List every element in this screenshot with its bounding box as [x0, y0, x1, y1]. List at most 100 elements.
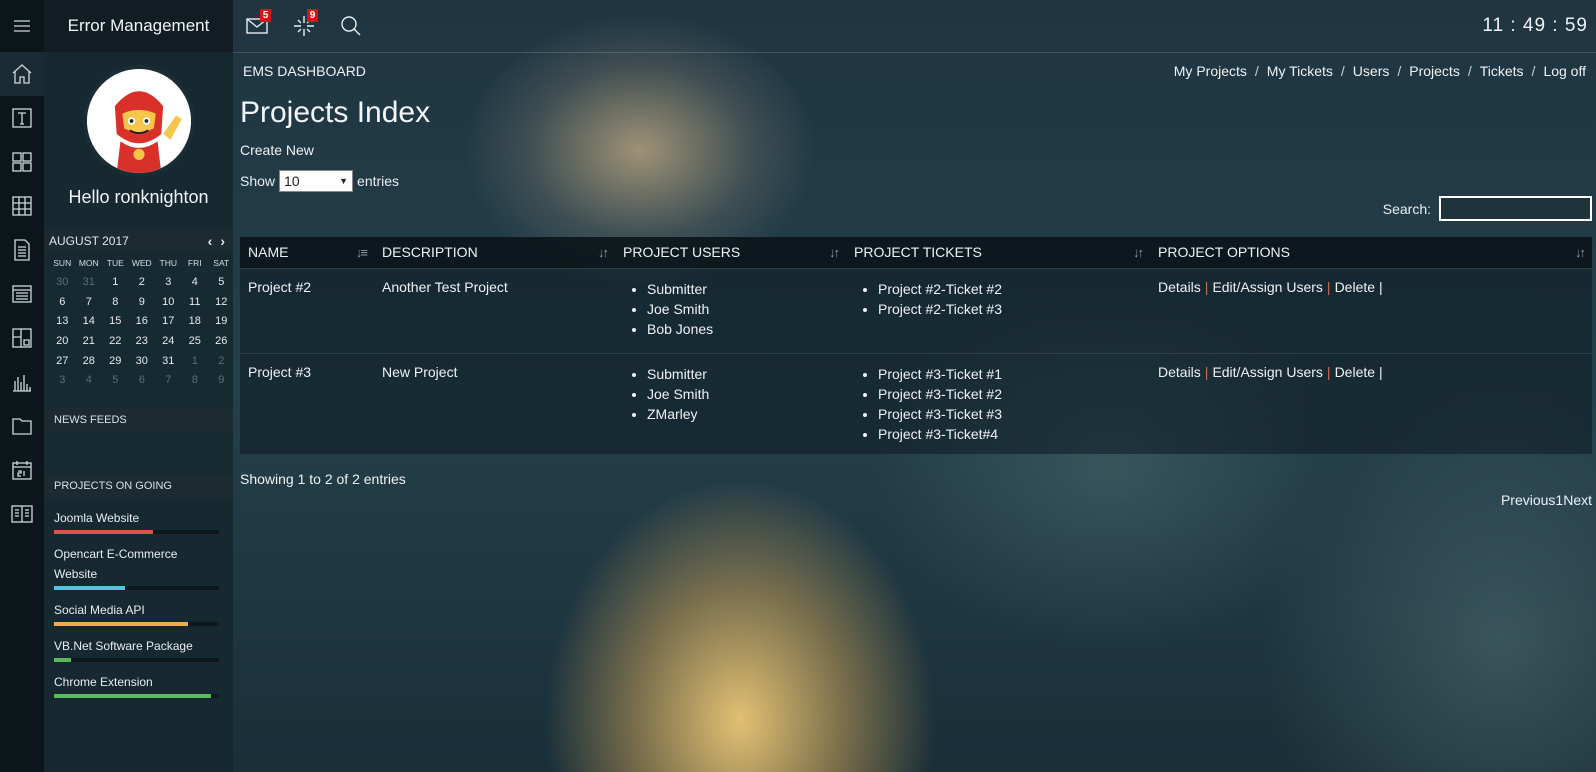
- page-size-select[interactable]: 10 ▼: [279, 170, 354, 192]
- nav-tickets[interactable]: Tickets: [1480, 63, 1524, 79]
- calendar-day[interactable]: 30: [49, 273, 76, 293]
- article-icon[interactable]: [0, 492, 44, 536]
- nav-projects[interactable]: Projects: [1409, 63, 1460, 79]
- calendar-day[interactable]: 26: [208, 332, 235, 352]
- column-header-project-options[interactable]: PROJECT OPTIONS ↓↑: [1150, 237, 1592, 268]
- calendar-day[interactable]: 6: [49, 293, 76, 313]
- calendar-day[interactable]: 8: [102, 293, 129, 313]
- avatar[interactable]: [82, 65, 195, 177]
- list-panel-icon[interactable]: [0, 272, 44, 316]
- calendar-day[interactable]: 16: [129, 312, 156, 332]
- calendar-day[interactable]: 31: [155, 352, 182, 372]
- layout-icon[interactable]: [0, 316, 44, 360]
- hamburger-menu-icon[interactable]: [0, 0, 44, 52]
- calendar-day[interactable]: 2: [129, 273, 156, 293]
- calendar-day[interactable]: 2: [208, 352, 235, 372]
- calendar-day[interactable]: 22: [102, 332, 129, 352]
- ongoing-project-item[interactable]: Opencart E-Commerce Website: [54, 544, 223, 591]
- details-link[interactable]: Details: [1158, 279, 1201, 295]
- app-brand[interactable]: Error Management: [44, 0, 233, 52]
- table-icon[interactable]: [0, 184, 44, 228]
- document-icon[interactable]: [0, 228, 44, 272]
- chevron-right-icon[interactable]: ›: [220, 234, 225, 248]
- nav-users[interactable]: Users: [1353, 63, 1390, 79]
- chevron-left-icon[interactable]: ‹: [208, 234, 213, 248]
- calendar-day[interactable]: 21: [76, 332, 103, 352]
- calendar-day[interactable]: 23: [129, 332, 156, 352]
- calendar-day[interactable]: 11: [182, 293, 209, 313]
- calendar-day[interactable]: 28: [76, 352, 103, 372]
- home-icon[interactable]: [0, 52, 44, 96]
- project-ticket-item[interactable]: Project #3-Ticket#4: [878, 424, 1142, 444]
- tasks-icon[interactable]: 9: [280, 0, 327, 52]
- dashboard-grid-icon[interactable]: [0, 140, 44, 184]
- calendar-day[interactable]: 9: [208, 371, 235, 391]
- column-header-name[interactable]: NAME ↓≡: [240, 237, 374, 268]
- calendar-day[interactable]: 24: [155, 332, 182, 352]
- calendar-day[interactable]: 20: [49, 332, 76, 352]
- project-ticket-item[interactable]: Project #2-Ticket #2: [878, 279, 1142, 299]
- search-input[interactable]: [1439, 196, 1592, 221]
- dashboard-title[interactable]: EMS DASHBOARD: [243, 63, 366, 79]
- calendar-day[interactable]: 8: [182, 371, 209, 391]
- calendar-day[interactable]: 17: [155, 312, 182, 332]
- pagination-page-1[interactable]: 1: [1555, 492, 1563, 508]
- nav-log-off[interactable]: Log off: [1543, 63, 1586, 79]
- calendar-day[interactable]: 9: [129, 293, 156, 313]
- column-header-project-tickets[interactable]: PROJECT TICKETS ↓↑: [846, 237, 1150, 268]
- calendar-day[interactable]: 25: [182, 332, 209, 352]
- ongoing-project-item[interactable]: Joomla Website: [54, 508, 223, 535]
- calendar-day[interactable]: 5: [102, 371, 129, 391]
- cell-project-users: SubmitterJoe SmithBob Jones: [615, 267, 846, 353]
- pagination-next[interactable]: Next: [1563, 492, 1592, 508]
- mail-icon[interactable]: 5: [233, 0, 280, 52]
- project-ticket-item[interactable]: Project #3-Ticket #3: [878, 404, 1142, 424]
- project-ticket-item[interactable]: Project #3-Ticket #1: [878, 364, 1142, 384]
- calendar-day[interactable]: 4: [76, 371, 103, 391]
- calendar-day[interactable]: 6: [129, 371, 156, 391]
- delete-link[interactable]: Delete: [1335, 279, 1375, 295]
- calendar-day[interactable]: 1: [182, 352, 209, 372]
- calendar-day[interactable]: 12: [208, 293, 235, 313]
- calendar-day[interactable]: 3: [49, 371, 76, 391]
- project-ticket-item[interactable]: Project #3-Ticket #2: [878, 384, 1142, 404]
- calendar-icon[interactable]: [0, 448, 44, 492]
- nav-my-tickets[interactable]: My Tickets: [1267, 63, 1333, 79]
- calendar-dow: TUE: [106, 258, 124, 268]
- column-header-description[interactable]: DESCRIPTION ↓↑: [374, 237, 615, 268]
- calendar-dow: THU: [159, 258, 177, 268]
- edit-assign-users-link[interactable]: Edit/Assign Users: [1212, 364, 1322, 380]
- progress-bar: [54, 622, 219, 627]
- calendar-day[interactable]: 27: [49, 352, 76, 372]
- edit-assign-users-link[interactable]: Edit/Assign Users: [1212, 279, 1322, 295]
- calendar-day[interactable]: 4: [182, 273, 209, 293]
- nav-my-projects[interactable]: My Projects: [1174, 63, 1247, 79]
- ongoing-project-item[interactable]: Chrome Extension: [54, 672, 223, 699]
- delete-link[interactable]: Delete: [1335, 364, 1375, 380]
- calendar-day[interactable]: 14: [76, 312, 103, 332]
- text-icon[interactable]: [0, 96, 44, 140]
- calendar-day[interactable]: 10: [155, 293, 182, 313]
- folder-icon[interactable]: [0, 404, 44, 448]
- ongoing-project-item[interactable]: Social Media API: [54, 600, 223, 627]
- calendar-day[interactable]: 7: [155, 371, 182, 391]
- search-icon[interactable]: [327, 0, 374, 52]
- ongoing-project-item[interactable]: VB.Net Software Package: [54, 636, 223, 663]
- calendar-day[interactable]: 7: [76, 293, 103, 313]
- details-link[interactable]: Details: [1158, 364, 1201, 380]
- calendar-day[interactable]: 1: [102, 273, 129, 293]
- calendar-day[interactable]: 19: [208, 312, 235, 332]
- create-new-link[interactable]: Create New: [240, 142, 314, 158]
- calendar-day[interactable]: 13: [49, 312, 76, 332]
- calendar-day[interactable]: 31: [76, 273, 103, 293]
- project-ticket-item[interactable]: Project #2-Ticket #3: [878, 299, 1142, 319]
- calendar-day[interactable]: 29: [102, 352, 129, 372]
- calendar-day[interactable]: 15: [102, 312, 129, 332]
- calendar-day[interactable]: 30: [129, 352, 156, 372]
- calendar-day[interactable]: 5: [208, 273, 235, 293]
- calendar-day[interactable]: 3: [155, 273, 182, 293]
- calendar-day[interactable]: 18: [182, 312, 209, 332]
- pagination-previous[interactable]: Previous: [1501, 492, 1555, 508]
- bar-chart-icon[interactable]: [0, 360, 44, 404]
- column-header-project-users[interactable]: PROJECT USERS ↓↑: [615, 237, 846, 268]
